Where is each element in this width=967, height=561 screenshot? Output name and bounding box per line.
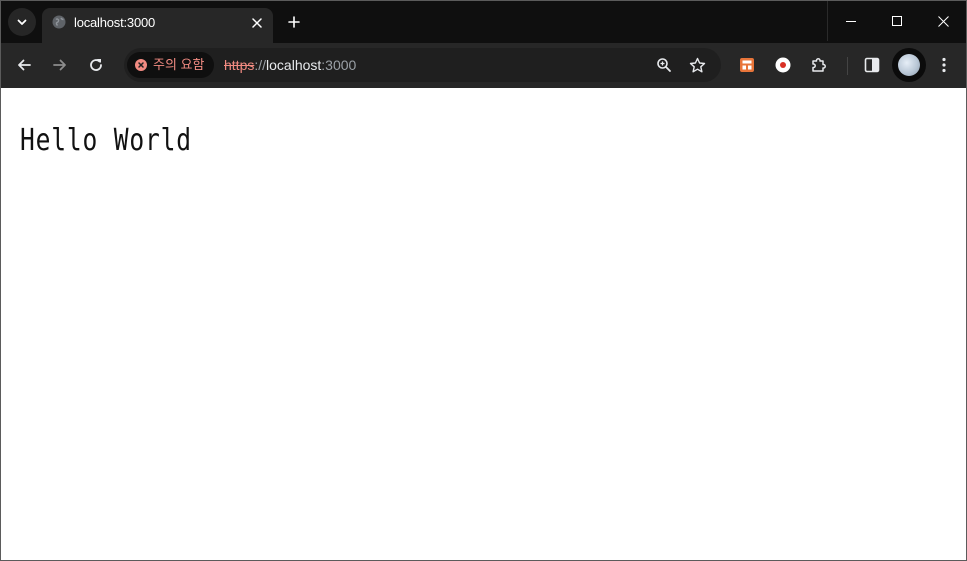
minimize-button[interactable]: [827, 1, 874, 41]
forward-icon: [53, 59, 66, 71]
url-separator: ://: [254, 57, 267, 73]
url-text[interactable]: https://localhost:3000: [224, 57, 356, 73]
bookmark-star-icon: [689, 57, 705, 72]
extension-record-icon: [775, 57, 791, 73]
extensions-puzzle-icon: [812, 58, 826, 72]
browser-window: localhost:3000 주의 요함 https://localhost:3…: [0, 0, 967, 561]
maximize-icon: [892, 16, 902, 26]
title-bar: localhost:3000: [1, 1, 966, 43]
back-button[interactable]: [10, 51, 38, 79]
page-content: Hello World: [1, 88, 966, 560]
close-icon: [937, 15, 949, 27]
address-bar[interactable]: 주의 요함 https://localhost:3000: [124, 48, 721, 82]
extension-orange-button[interactable]: [733, 51, 761, 79]
tab-title: localhost:3000: [74, 15, 156, 30]
menu-button[interactable]: [930, 51, 958, 79]
avatar[interactable]: [892, 48, 926, 82]
extension-record-button[interactable]: [769, 51, 797, 79]
url-scheme: https: [224, 57, 255, 73]
bookmark-button[interactable]: [687, 55, 707, 75]
toolbar-divider: [847, 57, 848, 75]
reload-button[interactable]: [82, 51, 110, 79]
chevron-down-icon: [17, 19, 27, 25]
minimize-icon: [846, 21, 856, 22]
new-tab-button[interactable]: [283, 11, 305, 33]
maximize-button[interactable]: [874, 1, 920, 41]
globe-icon: [52, 15, 66, 29]
extension-orange-icon: [740, 58, 754, 72]
avatar-image: [898, 54, 920, 76]
security-warning-text: 주의 요함: [153, 57, 205, 72]
side-panel-button[interactable]: [858, 51, 886, 79]
tab-search-button[interactable]: [8, 8, 36, 36]
close-window-button[interactable]: [920, 1, 966, 41]
window-controls: [827, 1, 966, 41]
warning-circle-icon: [135, 59, 147, 71]
plus-icon: [288, 16, 300, 28]
toolbar: 주의 요함 https://localhost:3000: [1, 43, 966, 88]
tab-close-button[interactable]: [248, 14, 266, 32]
reload-icon: [90, 59, 102, 71]
url-host: localhost: [266, 57, 322, 73]
page-heading: Hello World: [20, 123, 192, 158]
zoom-button[interactable]: [654, 55, 674, 75]
side-panel-icon: [864, 57, 880, 73]
active-tab[interactable]: localhost:3000: [42, 8, 273, 43]
forward-button[interactable]: [46, 51, 74, 79]
extensions-button[interactable]: [805, 51, 833, 79]
back-icon: [18, 59, 31, 71]
security-warning-chip[interactable]: 주의 요함: [127, 52, 215, 78]
url-port: :3000: [321, 57, 357, 73]
zoom-icon: [657, 58, 671, 72]
menu-kebab-icon: [942, 57, 946, 73]
close-icon: [252, 18, 262, 28]
